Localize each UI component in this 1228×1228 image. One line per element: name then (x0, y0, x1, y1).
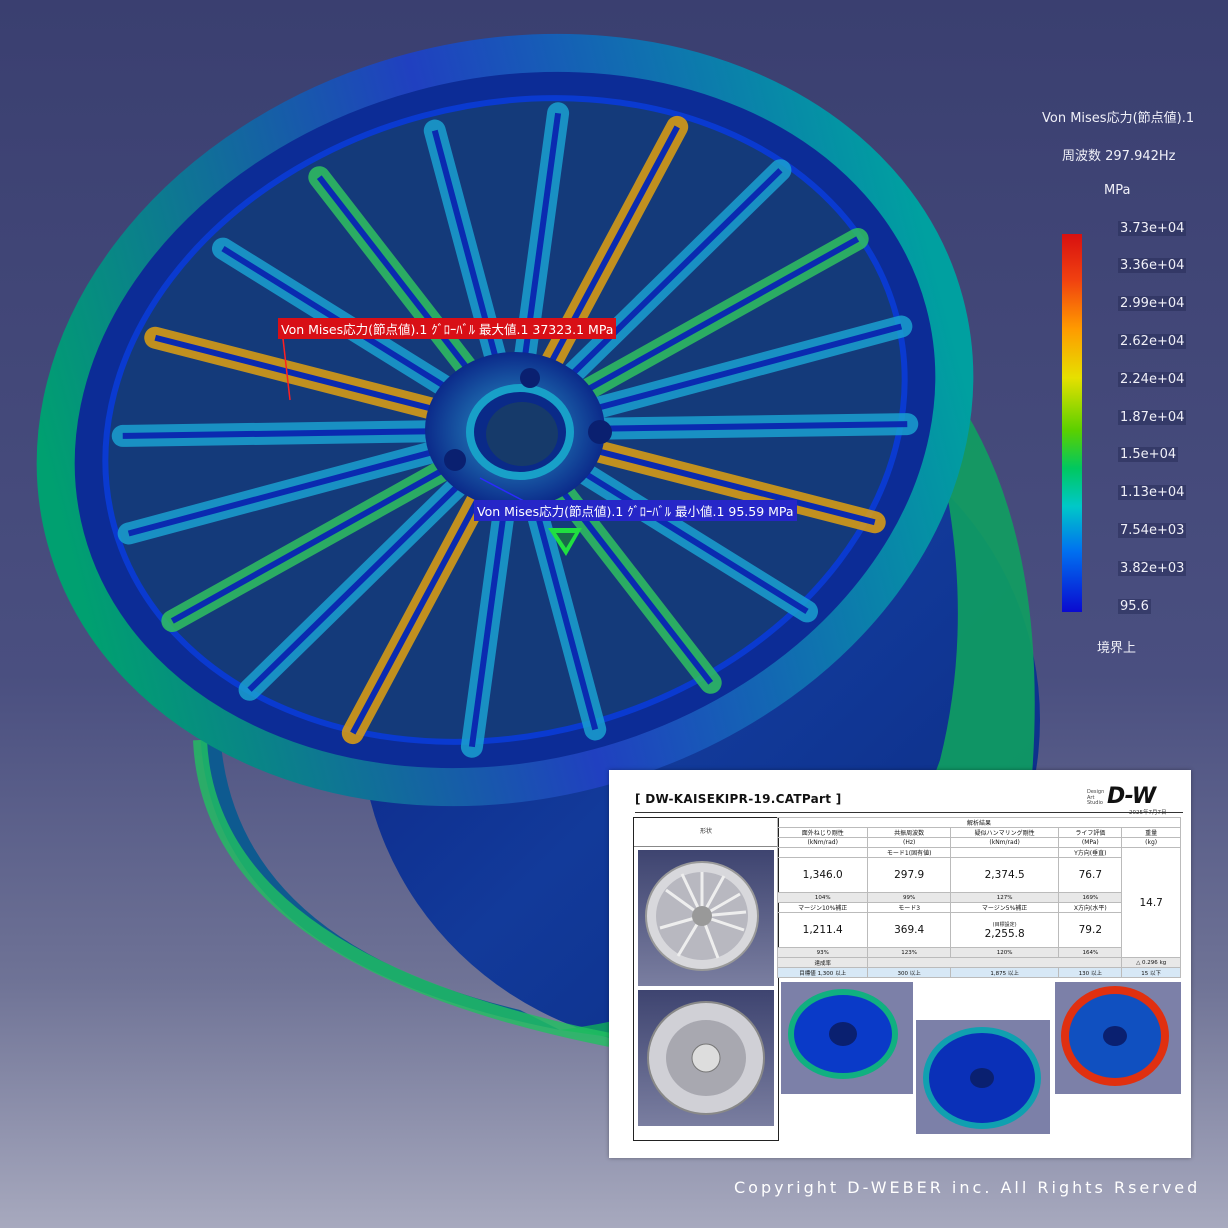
target-value: 1,300 (817, 970, 834, 977)
col-header: 共振周波数 (867, 827, 951, 838)
weight-delta: △ 0.296 kg (1121, 957, 1181, 968)
weight-unit: kg (1159, 959, 1167, 966)
value-cell: 79.2 (1058, 912, 1123, 948)
col-header: 疑似ハンマリング剛性 (949, 827, 1060, 838)
target-suffix: 以上 (1007, 970, 1019, 977)
col-unit: (MPa) (1058, 837, 1123, 848)
pct-cell: 120% (949, 947, 1060, 958)
value-cell: 297.9 (867, 857, 951, 893)
sub-header: マージン10%補正 (776, 902, 869, 913)
legend-tick: 1.87e+04 (1118, 410, 1187, 425)
target-suffix: 以上 (909, 970, 921, 977)
pct-cell: 93% (776, 947, 869, 958)
report-rule (635, 812, 1183, 813)
max-stress-label: Von Mises応力(節点値).1 ｸﾞﾛｰﾊﾞﾙ 最大値.1 37323.1… (278, 318, 617, 339)
pct-cell: 164% (1058, 947, 1123, 958)
target-cell: 130 以上 (1058, 967, 1123, 978)
dw-logo: D-W (1107, 784, 1156, 809)
legend-tick: 1.13e+04 (1118, 485, 1187, 500)
shape-panel: 形状 (633, 817, 779, 1141)
shape-header: 形状 (634, 818, 778, 847)
value-cell: 369.4 (867, 912, 951, 948)
legend-tick: 1.5e+04 (1118, 447, 1179, 462)
col-unit: (kNm/rad) (776, 837, 869, 848)
target-value: 1,875 (990, 970, 1007, 977)
target-cell: 1,875 以上 (949, 967, 1060, 978)
legend-tick: 3.82e+03 (1118, 561, 1187, 576)
wheel-front-thumbnail (638, 850, 774, 986)
fea-thumbnail-angled (916, 1020, 1050, 1134)
weight-delta-value: △ 0.296 (1136, 959, 1158, 966)
report-title: [ DW-KAISEKIPR-19.CATPart ] (635, 792, 842, 806)
copyright-text: Copyright D-WEBER inc. All Rights Rserve… (734, 1178, 1201, 1197)
col-header: ライフ評価 (1058, 827, 1123, 838)
sub-header (949, 847, 1060, 858)
legend-tick: 2.99e+04 (1118, 296, 1187, 311)
legend-title: Von Mises応力(節点値).1 (1042, 111, 1195, 126)
col-header: 重量 (1121, 827, 1181, 838)
pct-cell: 123% (867, 947, 951, 958)
min-stress-label: Von Mises応力(節点値).1 ｸﾞﾛｰﾊﾞﾙ 最小値.1 95.59 M… (474, 500, 797, 521)
results-table: 解析結果 面外ねじり剛性 共振周波数 疑似ハンマリング剛性 ライフ評価 重量 (… (776, 817, 1181, 978)
legend-frequency: 周波数 297.942Hz (1062, 149, 1176, 164)
target-value: 300 (897, 970, 909, 977)
value-cell: (目標設定) 2,255.8 (949, 912, 1060, 948)
pct-cell: 169% (1058, 892, 1123, 903)
target-suffix: 以下 (1150, 970, 1162, 977)
pct-cell: 99% (867, 892, 951, 903)
value-text: 2,255.8 (984, 927, 1025, 940)
legend-unit: MPa (1104, 183, 1131, 198)
weight-value: 14.7 (1121, 847, 1181, 958)
pct-cell: 104% (776, 892, 869, 903)
value-cell: 1,346.0 (776, 857, 869, 893)
legend-color-bar (1062, 234, 1082, 612)
analysis-report: [ DW-KAISEKIPR-19.CATPart ] Design Art S… (609, 770, 1191, 1158)
logo-subtext: Design Art Studio (1087, 789, 1105, 806)
results-header: 解析結果 (777, 817, 1181, 828)
col-header: 面外ねじり剛性 (776, 827, 869, 838)
wheel-back-thumbnail (638, 990, 774, 1126)
sub-header: モード3 (867, 902, 951, 913)
target-value: 15 (1141, 970, 1149, 977)
legend-tick: 95.6 (1118, 599, 1151, 614)
fea-thumbnail-side (1055, 982, 1181, 1094)
legend-footer: 境界上 (1097, 641, 1137, 656)
sub-header: モード1(固有値) (867, 847, 951, 858)
legend-tick: 2.24e+04 (1118, 372, 1187, 387)
value-cell: 76.7 (1058, 857, 1123, 893)
legend-tick: 3.73e+04 (1118, 221, 1187, 236)
target-cell: 300 以上 (867, 967, 951, 978)
target-cell: 目標値 1,300 以上 (776, 967, 869, 978)
sub-header: マージン5%補正 (949, 902, 1060, 913)
target-cell: 15 以下 (1121, 967, 1181, 978)
col-unit: (kg) (1121, 837, 1181, 848)
pct-cell: 127% (949, 892, 1060, 903)
target-suffix: 以上 (1090, 970, 1102, 977)
pct-label: 達成率 (776, 957, 869, 968)
legend-tick: 3.36e+04 (1118, 258, 1187, 273)
target-suffix: 以上 (835, 970, 847, 977)
col-unit: (Hz) (867, 837, 951, 848)
value-cell: 2,374.5 (949, 857, 1060, 893)
target-label: 目標値 (799, 970, 816, 977)
fea-thumbnail-front (781, 982, 913, 1094)
sub-header: Y方向(垂直) (1058, 847, 1123, 858)
value-cell: 1,211.4 (776, 912, 869, 948)
legend-tick: 2.62e+04 (1118, 334, 1187, 349)
target-value: 130 (1078, 970, 1090, 977)
sub-header (776, 847, 869, 858)
col-unit: (kNm/rad) (949, 837, 1060, 848)
legend-tick: 7.54e+03 (1118, 523, 1187, 538)
target-note: (目標設定) (992, 921, 1017, 928)
sub-header: X方向(水平) (1058, 902, 1123, 913)
